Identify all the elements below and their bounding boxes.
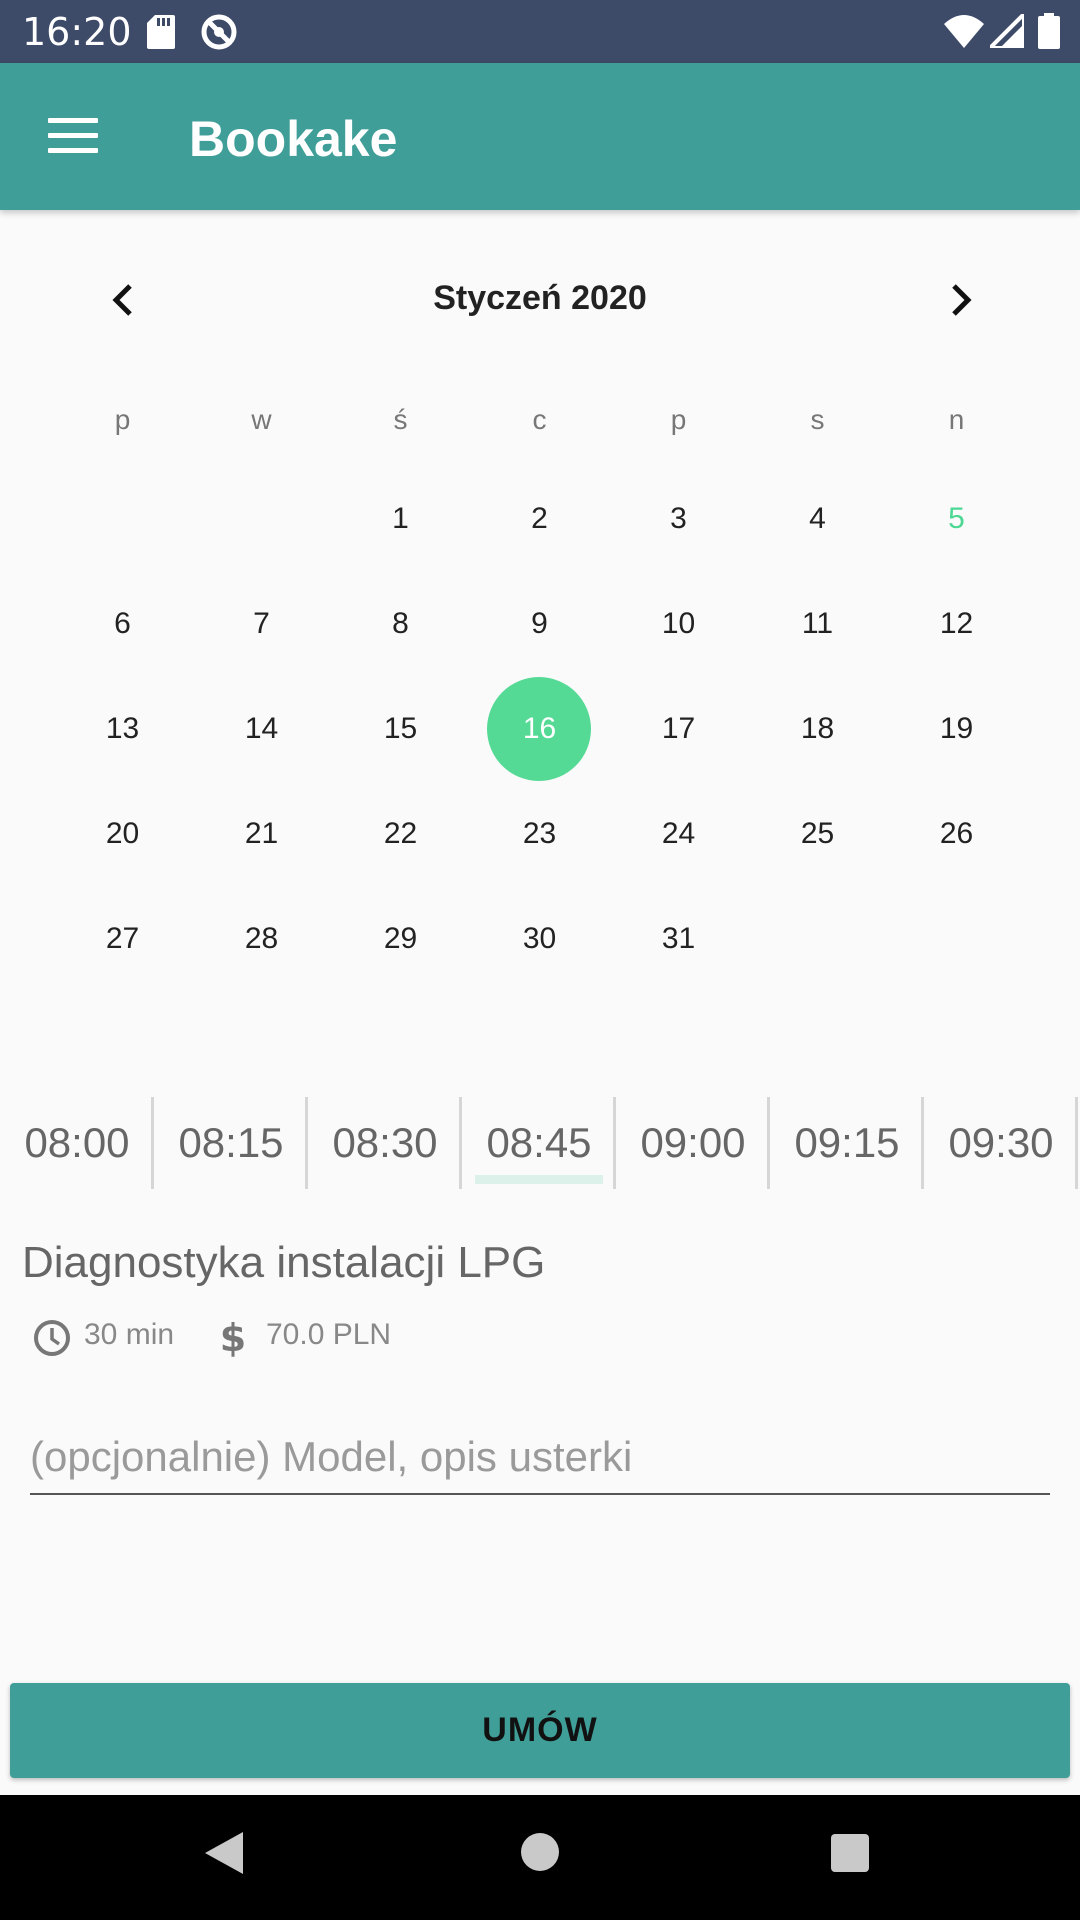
service-duration: 30 min: [84, 1318, 175, 1351]
service-name: Diagnostyka instalacji LPG: [22, 1238, 546, 1287]
slot-divider: [1075, 1097, 1078, 1189]
hamburger-menu-icon[interactable]: [48, 118, 98, 154]
time-slot[interactable]: 09:15: [770, 1097, 924, 1189]
time-slot[interactable]: 08:30: [308, 1097, 462, 1189]
sd-card-icon: [147, 15, 175, 49]
calendar-day[interactable]: 4: [748, 489, 887, 549]
time-slot[interactable]: 09:30: [924, 1097, 1078, 1189]
weekday-label: s: [810, 404, 825, 435]
clock-icon: [34, 1320, 70, 1356]
calendar-day[interactable]: 7: [192, 594, 331, 654]
app-bar: Bookake: [0, 63, 1080, 210]
weekday-label: ś: [393, 404, 408, 435]
weekday-label: w: [251, 404, 272, 435]
calendar-day[interactable]: 30: [470, 909, 609, 969]
calendar-day[interactable]: 23: [470, 804, 609, 864]
battery-icon: [1038, 13, 1060, 49]
weekday-label: p: [114, 404, 131, 435]
time-slot-list[interactable]: 08:00 08:15 08:30 08:45 09:00 09:15 09:3…: [0, 1097, 1080, 1189]
calendar-day[interactable]: 20: [53, 804, 192, 864]
calendar-day[interactable]: 29: [331, 909, 470, 969]
app-title: Bookake: [189, 111, 398, 167]
sync-icon: [201, 14, 237, 50]
calendar-day[interactable]: 26: [887, 804, 1026, 864]
calendar-day[interactable]: 17: [609, 699, 748, 759]
calendar-day[interactable]: 1: [331, 489, 470, 549]
calendar-day-selected[interactable]: 16: [470, 699, 609, 759]
system-nav-bar: [0, 1795, 1080, 1920]
calendar-day[interactable]: 2: [470, 489, 609, 549]
time-slot-label: 08:45: [486, 1119, 592, 1166]
calendar-day[interactable]: 27: [53, 909, 192, 969]
calendar-day[interactable]: 25: [748, 804, 887, 864]
note-input[interactable]: [30, 1420, 1050, 1495]
calendar-day[interactable]: 21: [192, 804, 331, 864]
home-icon[interactable]: [521, 1833, 559, 1871]
calendar-day[interactable]: 12: [887, 594, 1026, 654]
status-bar: 16:20: [0, 0, 1080, 63]
time-slot[interactable]: 08:00: [0, 1097, 154, 1189]
time-slot-label: 09:15: [794, 1119, 900, 1166]
calendar-day[interactable]: 14: [192, 699, 331, 759]
book-button[interactable]: UMÓW: [10, 1683, 1070, 1778]
time-slot-label: 09:00: [640, 1119, 746, 1166]
time-slot-label: 08:00: [24, 1119, 130, 1166]
calendar-day[interactable]: 9: [470, 594, 609, 654]
svg-text:$: $: [220, 1318, 246, 1358]
time-slot-selected[interactable]: 08:45: [462, 1097, 616, 1189]
time-slot[interactable]: 09:00: [616, 1097, 770, 1189]
weekday-label: p: [670, 404, 687, 435]
calendar-day[interactable]: 3: [609, 489, 748, 549]
calendar-day[interactable]: 19: [887, 699, 1026, 759]
calendar-day[interactable]: 22: [331, 804, 470, 864]
calendar-day[interactable]: 28: [192, 909, 331, 969]
weekday-label: c: [532, 404, 547, 435]
month-title: Styczeń 2020: [433, 279, 647, 317]
app-screen: 16:20 Bookake Styczeń 2020 p w ś c p s n…: [0, 0, 1080, 1920]
recents-icon[interactable]: [831, 1834, 869, 1872]
selected-slot-underline: [475, 1175, 603, 1184]
dollar-icon: $: [220, 1318, 246, 1358]
calendar-day[interactable]: 31: [609, 909, 748, 969]
calendar-day[interactable]: 15: [331, 699, 470, 759]
time-slot-label: 08:15: [178, 1119, 284, 1166]
back-icon[interactable]: [203, 1830, 245, 1876]
calendar-day[interactable]: 24: [609, 804, 748, 864]
time-slot-label: 08:30: [332, 1119, 438, 1166]
time-slot-label: 09:30: [948, 1119, 1054, 1166]
status-time: 16:20: [22, 10, 132, 54]
service-price: 70.0 PLN: [266, 1318, 392, 1351]
calendar-day[interactable]: 13: [53, 699, 192, 759]
signal-icon: [990, 14, 1024, 48]
chevron-left-icon[interactable]: [104, 280, 144, 320]
time-slot[interactable]: 08:15: [154, 1097, 308, 1189]
calendar-day-highlighted[interactable]: 5: [887, 489, 1026, 549]
calendar-day[interactable]: 18: [748, 699, 887, 759]
calendar-day[interactable]: 11: [748, 594, 887, 654]
calendar-day[interactable]: 8: [331, 594, 470, 654]
calendar-day[interactable]: 10: [609, 594, 748, 654]
weekday-label: n: [948, 404, 965, 435]
calendar-day[interactable]: 6: [53, 594, 192, 654]
wifi-icon: [944, 15, 984, 48]
chevron-right-icon[interactable]: [940, 280, 980, 320]
